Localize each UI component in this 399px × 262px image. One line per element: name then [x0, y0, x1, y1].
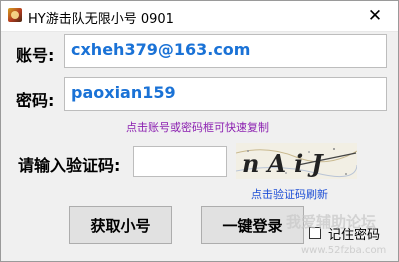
one-click-login-label: 一键登录 [222, 216, 283, 235]
captcha-graphic: nAiJ [236, 143, 357, 179]
app-window: HY游击队无限小号 0901 ✕ 账号: cxheh379@163.com 密码… [0, 0, 399, 262]
get-account-label: 获取小号 [90, 216, 151, 235]
account-field[interactable]: cxheh379@163.com [64, 34, 387, 68]
watermark-text: 我爱辅助论坛 [286, 213, 377, 231]
title-bar[interactable]: HY游击队无限小号 0901 ✕ [1, 1, 398, 32]
app-logo-icon [8, 8, 22, 22]
captcha-refresh-hint: 点击验证码刷新 [251, 188, 328, 201]
captcha-input[interactable] [133, 146, 227, 177]
password-value: paoxian159 [71, 83, 176, 102]
captcha-text: nAiJ [242, 149, 331, 178]
window-title: HY游击队无限小号 0901 [28, 12, 174, 27]
close-button[interactable]: ✕ [352, 1, 398, 31]
get-account-button[interactable]: 获取小号 [69, 206, 172, 244]
password-label: 密码: [16, 91, 55, 110]
close-icon: ✕ [367, 6, 383, 26]
captcha-label: 请输入验证码: [18, 156, 121, 175]
captcha-image[interactable]: nAiJ [236, 143, 357, 179]
copy-hint: 点击账号或密码框可快速复制 [126, 121, 269, 134]
account-label: 账号: [16, 46, 55, 65]
watermark-url: www.52fzba.com [301, 245, 387, 256]
password-field[interactable]: paoxian159 [64, 77, 387, 111]
account-value: cxheh379@163.com [71, 40, 251, 59]
